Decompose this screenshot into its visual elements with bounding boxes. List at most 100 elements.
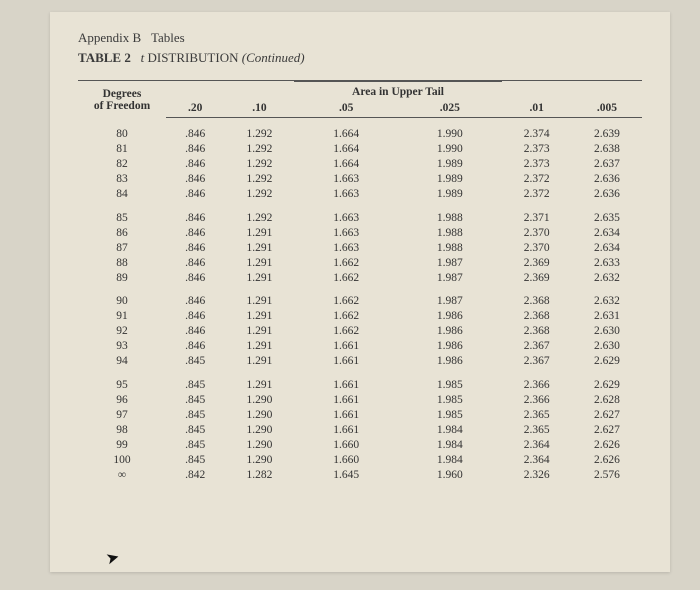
df-cell: 91 [78, 309, 166, 324]
df-cell: 100 [78, 452, 166, 467]
value-cell: 1.984 [398, 437, 502, 452]
value-cell: 2.626 [572, 452, 642, 467]
value-cell: 1.291 [224, 255, 294, 270]
value-cell: 2.626 [572, 437, 642, 452]
value-cell: 2.630 [572, 324, 642, 339]
value-cell: 1.290 [224, 392, 294, 407]
value-cell: 1.988 [398, 225, 502, 240]
value-cell: 2.372 [502, 187, 572, 202]
df-cell: 84 [78, 187, 166, 202]
value-cell: 1.292 [224, 142, 294, 157]
df-cell: 85 [78, 202, 166, 226]
value-cell: .846 [166, 157, 224, 172]
df-cell: 95 [78, 369, 166, 393]
df-cell: 89 [78, 270, 166, 285]
df-cell: 96 [78, 392, 166, 407]
value-cell: 1.661 [294, 407, 398, 422]
value-cell: 1.663 [294, 172, 398, 187]
table-row: 94.8451.2911.6611.9862.3672.629 [78, 354, 642, 369]
value-cell: 1.662 [294, 309, 398, 324]
value-cell: 1.291 [224, 225, 294, 240]
table-row: 95.8451.2911.6611.9852.3662.629 [78, 369, 642, 393]
value-cell: 2.366 [502, 392, 572, 407]
alpha-col-3: .025 [398, 100, 502, 118]
table-row: 81.8461.2921.6641.9902.3732.638 [78, 142, 642, 157]
table-row: 98.8451.2901.6611.9842.3652.627 [78, 422, 642, 437]
table-row: 100.8451.2901.6601.9842.3642.626 [78, 452, 642, 467]
value-cell: 1.290 [224, 407, 294, 422]
value-cell: 1.664 [294, 142, 398, 157]
value-cell: 2.370 [502, 225, 572, 240]
value-cell: 2.367 [502, 354, 572, 369]
value-cell: .845 [166, 452, 224, 467]
value-cell: 2.637 [572, 157, 642, 172]
value-cell: 2.629 [572, 354, 642, 369]
alpha-col-5: .005 [572, 100, 642, 118]
value-cell: 1.985 [398, 392, 502, 407]
df-cell: 81 [78, 142, 166, 157]
value-cell: 1.291 [224, 285, 294, 309]
appendix-line: Appendix B Tables [78, 30, 642, 46]
t-distribution-table: Degrees of Freedom Area in Upper Tail .2… [78, 81, 642, 482]
value-cell: 2.374 [502, 118, 572, 142]
value-cell: 2.368 [502, 324, 572, 339]
value-cell: 2.365 [502, 407, 572, 422]
value-cell: 2.368 [502, 309, 572, 324]
value-cell: .846 [166, 240, 224, 255]
df-cell: 94 [78, 354, 166, 369]
value-cell: 1.291 [224, 369, 294, 393]
value-cell: .846 [166, 285, 224, 309]
value-cell: 1.989 [398, 157, 502, 172]
value-cell: 2.364 [502, 437, 572, 452]
value-cell: 1.660 [294, 452, 398, 467]
continued-word: (Continued) [242, 50, 305, 65]
value-cell: .846 [166, 225, 224, 240]
alpha-col-1: .10 [224, 100, 294, 118]
value-cell: 2.634 [572, 225, 642, 240]
value-cell: 1.989 [398, 187, 502, 202]
table-title-line: TABLE 2 t DISTRIBUTION (Continued) [78, 50, 642, 66]
df-header: Degrees of Freedom [78, 82, 166, 118]
value-cell: 2.632 [572, 270, 642, 285]
value-cell: 2.634 [572, 240, 642, 255]
value-cell: 1.664 [294, 118, 398, 142]
df-cell: 86 [78, 225, 166, 240]
value-cell: .846 [166, 339, 224, 354]
value-cell: 1.291 [224, 240, 294, 255]
value-cell: 1.291 [224, 309, 294, 324]
value-cell: 2.629 [572, 369, 642, 393]
t-variable: t [141, 50, 145, 65]
value-cell: 1.661 [294, 339, 398, 354]
value-cell: .845 [166, 392, 224, 407]
value-cell: 2.636 [572, 187, 642, 202]
df-cell: 92 [78, 324, 166, 339]
value-cell: 2.373 [502, 142, 572, 157]
value-cell: 1.292 [224, 202, 294, 226]
value-cell: 1.986 [398, 339, 502, 354]
table-row: 99.8451.2901.6601.9842.3642.626 [78, 437, 642, 452]
value-cell: 1.988 [398, 240, 502, 255]
value-cell: 2.632 [572, 285, 642, 309]
value-cell: 2.369 [502, 270, 572, 285]
value-cell: 2.633 [572, 255, 642, 270]
df-cell: 88 [78, 255, 166, 270]
alpha-col-4: .01 [502, 100, 572, 118]
value-cell: 1.662 [294, 324, 398, 339]
table-number: TABLE 2 [78, 50, 131, 65]
table-row: 83.8461.2921.6631.9892.3722.636 [78, 172, 642, 187]
value-cell: .845 [166, 354, 224, 369]
header-row-1: Degrees of Freedom Area in Upper Tail [78, 82, 642, 101]
value-cell: 1.661 [294, 354, 398, 369]
value-cell: .846 [166, 142, 224, 157]
value-cell: 2.636 [572, 172, 642, 187]
value-cell: 1.986 [398, 309, 502, 324]
table-row: 96.8451.2901.6611.9852.3662.628 [78, 392, 642, 407]
value-cell: 1.985 [398, 369, 502, 393]
df-cell: 98 [78, 422, 166, 437]
value-cell: 1.984 [398, 422, 502, 437]
table-row: 88.8461.2911.6621.9872.3692.633 [78, 255, 642, 270]
value-cell: 1.292 [224, 157, 294, 172]
value-cell: 1.663 [294, 225, 398, 240]
value-cell: 2.576 [572, 467, 642, 482]
table-row: 97.8451.2901.6611.9852.3652.627 [78, 407, 642, 422]
